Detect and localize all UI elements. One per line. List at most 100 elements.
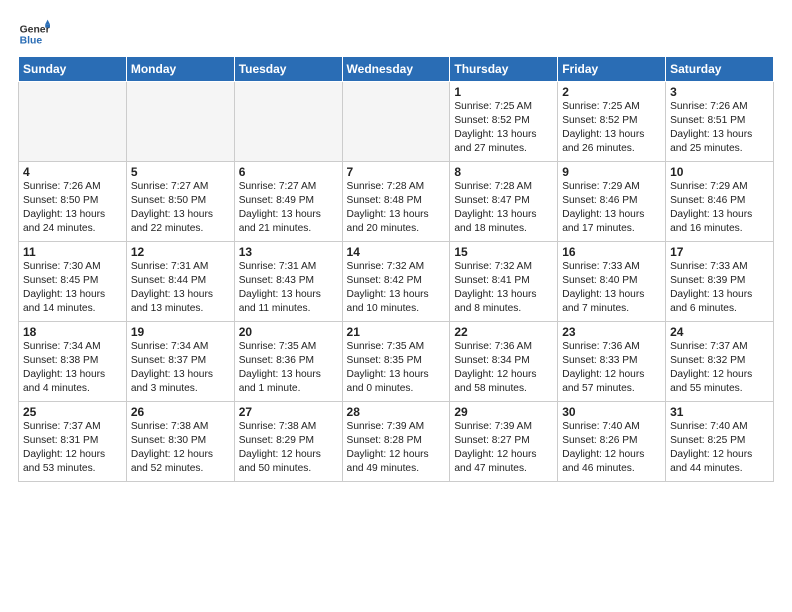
week-row-5: 25Sunrise: 7:37 AM Sunset: 8:31 PM Dayli… (19, 402, 774, 482)
weekday-header-sunday: Sunday (19, 57, 127, 82)
day-cell: 6Sunrise: 7:27 AM Sunset: 8:49 PM Daylig… (234, 162, 342, 242)
day-cell: 8Sunrise: 7:28 AM Sunset: 8:47 PM Daylig… (450, 162, 558, 242)
week-row-3: 11Sunrise: 7:30 AM Sunset: 8:45 PM Dayli… (19, 242, 774, 322)
day-number: 16 (562, 245, 661, 259)
day-number: 23 (562, 325, 661, 339)
day-info: Sunrise: 7:31 AM Sunset: 8:44 PM Dayligh… (131, 260, 230, 316)
header: General Blue (18, 18, 774, 50)
day-cell: 10Sunrise: 7:29 AM Sunset: 8:46 PM Dayli… (666, 162, 774, 242)
day-number: 4 (23, 165, 122, 179)
day-info: Sunrise: 7:28 AM Sunset: 8:47 PM Dayligh… (454, 180, 553, 236)
day-number: 24 (670, 325, 769, 339)
day-number: 20 (239, 325, 338, 339)
day-number: 21 (347, 325, 446, 339)
day-info: Sunrise: 7:33 AM Sunset: 8:39 PM Dayligh… (670, 260, 769, 316)
day-cell: 3Sunrise: 7:26 AM Sunset: 8:51 PM Daylig… (666, 82, 774, 162)
day-number: 13 (239, 245, 338, 259)
day-info: Sunrise: 7:37 AM Sunset: 8:32 PM Dayligh… (670, 340, 769, 396)
day-info: Sunrise: 7:35 AM Sunset: 8:36 PM Dayligh… (239, 340, 338, 396)
day-cell: 26Sunrise: 7:38 AM Sunset: 8:30 PM Dayli… (126, 402, 234, 482)
day-info: Sunrise: 7:34 AM Sunset: 8:38 PM Dayligh… (23, 340, 122, 396)
weekday-header-wednesday: Wednesday (342, 57, 450, 82)
day-number: 9 (562, 165, 661, 179)
logo: General Blue (18, 18, 54, 50)
weekday-header-saturday: Saturday (666, 57, 774, 82)
day-cell: 20Sunrise: 7:35 AM Sunset: 8:36 PM Dayli… (234, 322, 342, 402)
day-cell (342, 82, 450, 162)
day-number: 5 (131, 165, 230, 179)
day-cell: 30Sunrise: 7:40 AM Sunset: 8:26 PM Dayli… (558, 402, 666, 482)
day-cell: 18Sunrise: 7:34 AM Sunset: 8:38 PM Dayli… (19, 322, 127, 402)
weekday-header-tuesday: Tuesday (234, 57, 342, 82)
logo-icon: General Blue (18, 18, 50, 50)
day-number: 26 (131, 405, 230, 419)
day-cell: 13Sunrise: 7:31 AM Sunset: 8:43 PM Dayli… (234, 242, 342, 322)
day-info: Sunrise: 7:39 AM Sunset: 8:27 PM Dayligh… (454, 420, 553, 476)
day-cell: 22Sunrise: 7:36 AM Sunset: 8:34 PM Dayli… (450, 322, 558, 402)
weekday-header-friday: Friday (558, 57, 666, 82)
day-number: 31 (670, 405, 769, 419)
day-info: Sunrise: 7:36 AM Sunset: 8:34 PM Dayligh… (454, 340, 553, 396)
day-cell: 25Sunrise: 7:37 AM Sunset: 8:31 PM Dayli… (19, 402, 127, 482)
day-info: Sunrise: 7:28 AM Sunset: 8:48 PM Dayligh… (347, 180, 446, 236)
week-row-4: 18Sunrise: 7:34 AM Sunset: 8:38 PM Dayli… (19, 322, 774, 402)
day-number: 11 (23, 245, 122, 259)
day-number: 18 (23, 325, 122, 339)
day-cell: 23Sunrise: 7:36 AM Sunset: 8:33 PM Dayli… (558, 322, 666, 402)
day-number: 12 (131, 245, 230, 259)
day-info: Sunrise: 7:26 AM Sunset: 8:50 PM Dayligh… (23, 180, 122, 236)
day-info: Sunrise: 7:32 AM Sunset: 8:41 PM Dayligh… (454, 260, 553, 316)
day-info: Sunrise: 7:30 AM Sunset: 8:45 PM Dayligh… (23, 260, 122, 316)
day-info: Sunrise: 7:29 AM Sunset: 8:46 PM Dayligh… (562, 180, 661, 236)
day-info: Sunrise: 7:39 AM Sunset: 8:28 PM Dayligh… (347, 420, 446, 476)
day-info: Sunrise: 7:36 AM Sunset: 8:33 PM Dayligh… (562, 340, 661, 396)
day-info: Sunrise: 7:27 AM Sunset: 8:49 PM Dayligh… (239, 180, 338, 236)
day-cell: 4Sunrise: 7:26 AM Sunset: 8:50 PM Daylig… (19, 162, 127, 242)
day-number: 30 (562, 405, 661, 419)
day-cell: 28Sunrise: 7:39 AM Sunset: 8:28 PM Dayli… (342, 402, 450, 482)
day-info: Sunrise: 7:40 AM Sunset: 8:25 PM Dayligh… (670, 420, 769, 476)
day-cell: 29Sunrise: 7:39 AM Sunset: 8:27 PM Dayli… (450, 402, 558, 482)
day-info: Sunrise: 7:34 AM Sunset: 8:37 PM Dayligh… (131, 340, 230, 396)
weekday-header-monday: Monday (126, 57, 234, 82)
day-number: 10 (670, 165, 769, 179)
day-cell: 24Sunrise: 7:37 AM Sunset: 8:32 PM Dayli… (666, 322, 774, 402)
week-row-1: 1Sunrise: 7:25 AM Sunset: 8:52 PM Daylig… (19, 82, 774, 162)
day-number: 19 (131, 325, 230, 339)
day-info: Sunrise: 7:37 AM Sunset: 8:31 PM Dayligh… (23, 420, 122, 476)
day-cell: 9Sunrise: 7:29 AM Sunset: 8:46 PM Daylig… (558, 162, 666, 242)
day-cell: 16Sunrise: 7:33 AM Sunset: 8:40 PM Dayli… (558, 242, 666, 322)
day-cell (126, 82, 234, 162)
day-cell: 21Sunrise: 7:35 AM Sunset: 8:35 PM Dayli… (342, 322, 450, 402)
day-number: 29 (454, 405, 553, 419)
weekday-header-thursday: Thursday (450, 57, 558, 82)
day-number: 7 (347, 165, 446, 179)
day-cell (19, 82, 127, 162)
day-cell: 12Sunrise: 7:31 AM Sunset: 8:44 PM Dayli… (126, 242, 234, 322)
svg-text:Blue: Blue (20, 36, 43, 47)
day-cell: 14Sunrise: 7:32 AM Sunset: 8:42 PM Dayli… (342, 242, 450, 322)
day-cell: 1Sunrise: 7:25 AM Sunset: 8:52 PM Daylig… (450, 82, 558, 162)
day-number: 14 (347, 245, 446, 259)
day-cell: 15Sunrise: 7:32 AM Sunset: 8:41 PM Dayli… (450, 242, 558, 322)
day-info: Sunrise: 7:35 AM Sunset: 8:35 PM Dayligh… (347, 340, 446, 396)
day-cell: 31Sunrise: 7:40 AM Sunset: 8:25 PM Dayli… (666, 402, 774, 482)
day-number: 6 (239, 165, 338, 179)
day-info: Sunrise: 7:25 AM Sunset: 8:52 PM Dayligh… (454, 100, 553, 156)
page: General Blue SundayMondayTuesdayWednesda… (0, 0, 792, 492)
day-number: 17 (670, 245, 769, 259)
day-cell: 11Sunrise: 7:30 AM Sunset: 8:45 PM Dayli… (19, 242, 127, 322)
day-cell (234, 82, 342, 162)
day-number: 27 (239, 405, 338, 419)
day-info: Sunrise: 7:29 AM Sunset: 8:46 PM Dayligh… (670, 180, 769, 236)
day-cell: 5Sunrise: 7:27 AM Sunset: 8:50 PM Daylig… (126, 162, 234, 242)
day-number: 22 (454, 325, 553, 339)
day-info: Sunrise: 7:40 AM Sunset: 8:26 PM Dayligh… (562, 420, 661, 476)
weekday-header-row: SundayMondayTuesdayWednesdayThursdayFrid… (19, 57, 774, 82)
calendar-table: SundayMondayTuesdayWednesdayThursdayFrid… (18, 56, 774, 482)
day-info: Sunrise: 7:38 AM Sunset: 8:29 PM Dayligh… (239, 420, 338, 476)
day-number: 28 (347, 405, 446, 419)
day-info: Sunrise: 7:31 AM Sunset: 8:43 PM Dayligh… (239, 260, 338, 316)
day-info: Sunrise: 7:32 AM Sunset: 8:42 PM Dayligh… (347, 260, 446, 316)
day-cell: 27Sunrise: 7:38 AM Sunset: 8:29 PM Dayli… (234, 402, 342, 482)
